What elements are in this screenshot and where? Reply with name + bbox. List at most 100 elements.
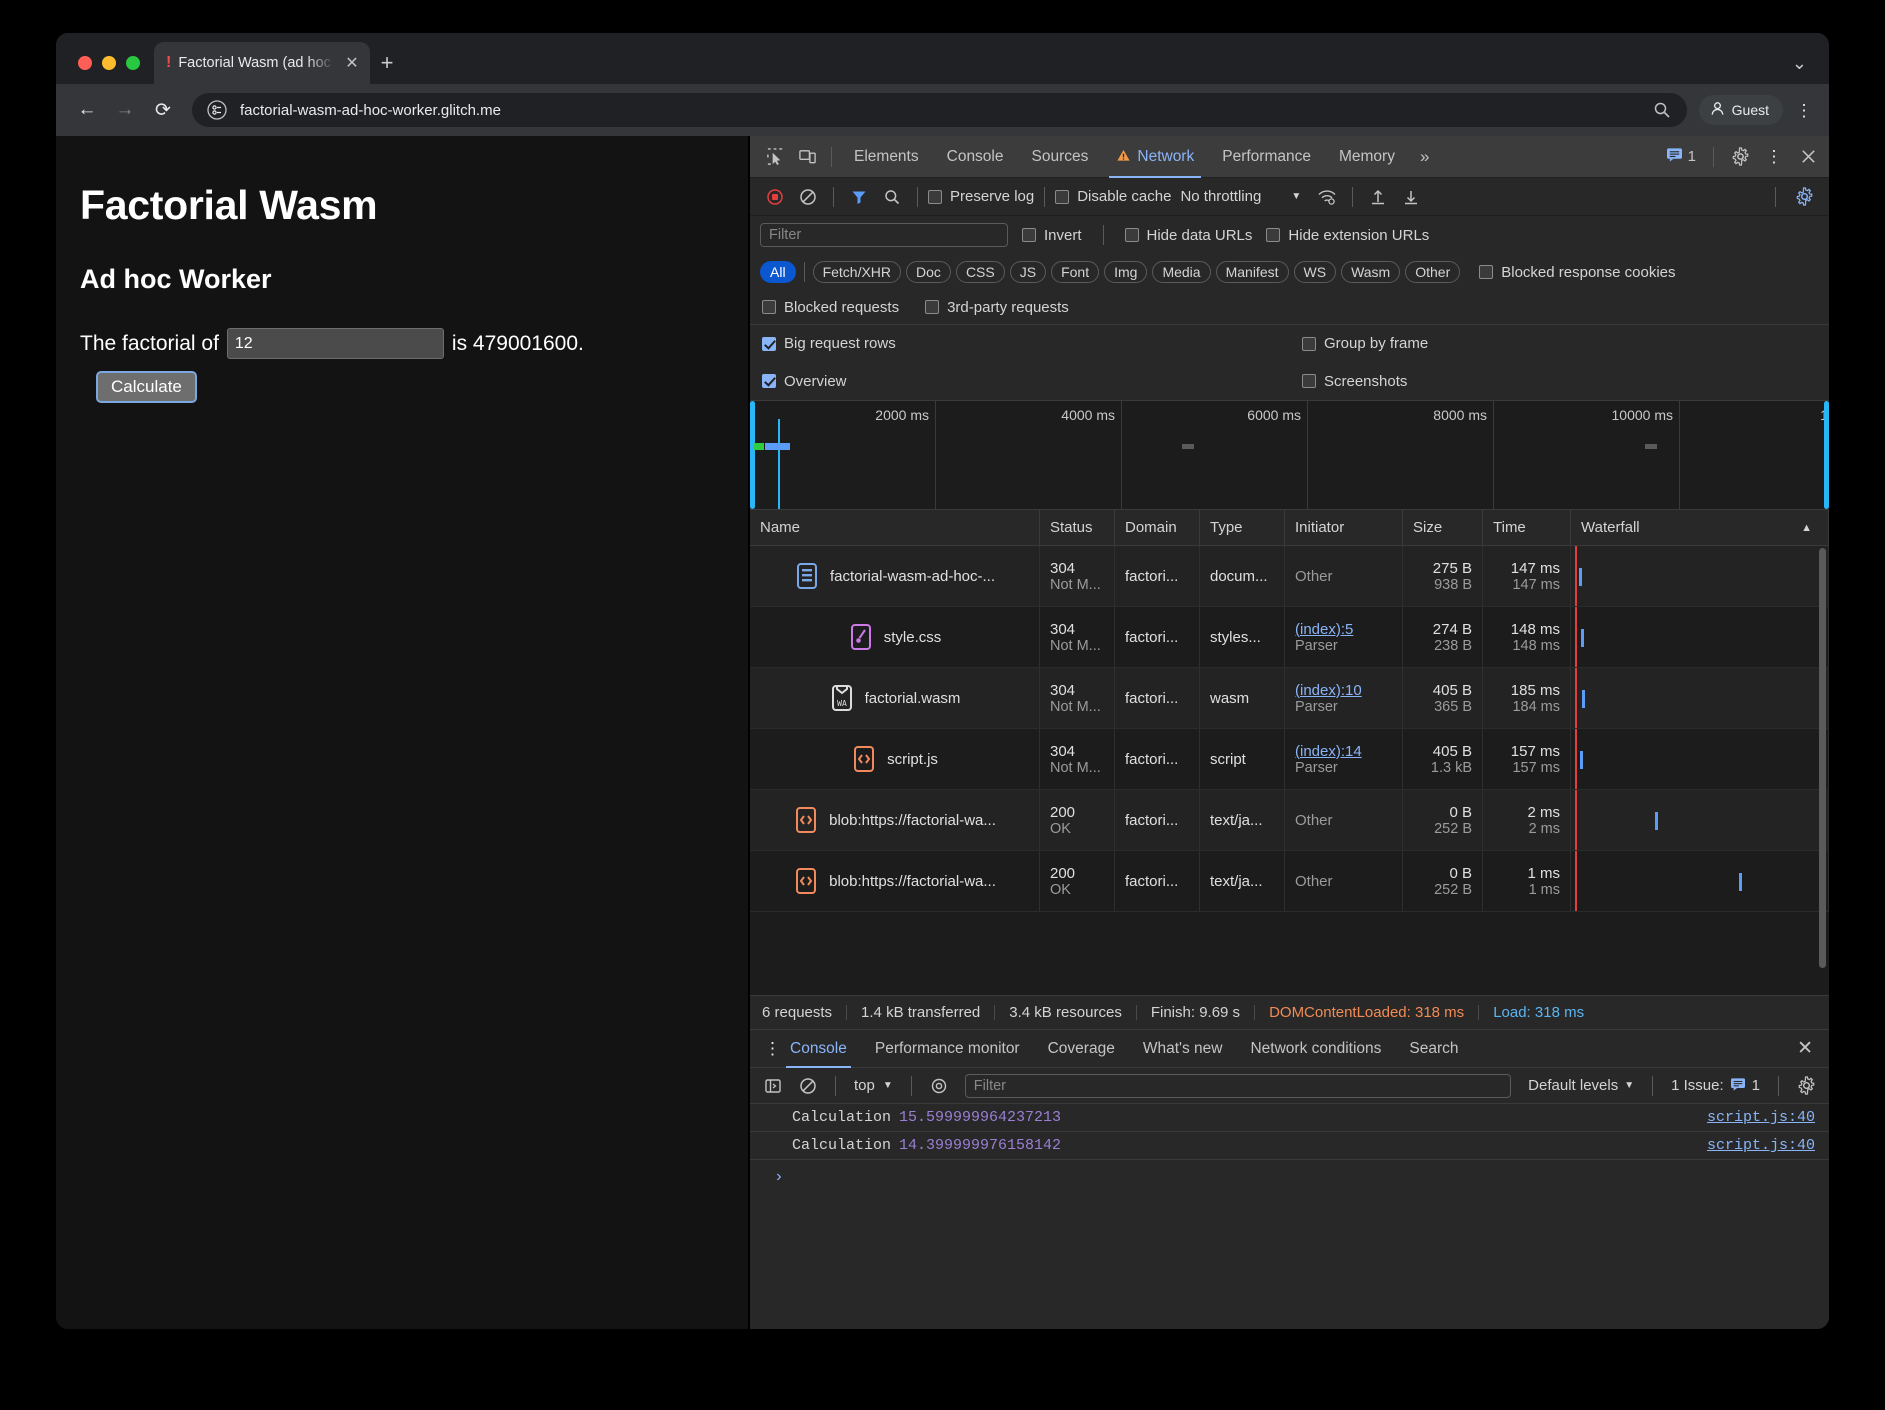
overview-right-handle[interactable] (1824, 401, 1829, 509)
chip-fetch-xhr[interactable]: Fetch/XHR (813, 261, 901, 283)
drawer-tab-whats-new[interactable]: What's new (1129, 1030, 1237, 1068)
gear-icon[interactable] (1789, 182, 1819, 212)
chip-doc[interactable]: Doc (906, 261, 951, 283)
clear-icon[interactable] (793, 182, 823, 212)
close-window-button[interactable] (78, 56, 92, 70)
table-row[interactable]: blob:https://factorial-wa... 200 OK fact… (750, 790, 1829, 851)
close-icon[interactable]: ✕ (342, 53, 362, 73)
table-row[interactable]: WA factorial.wasm 304 Not M... factori..… (750, 668, 1829, 729)
back-button[interactable]: ← (70, 93, 104, 127)
console-message[interactable]: Calculation 15.599999964237213 script.js… (750, 1104, 1829, 1132)
inspect-element-icon[interactable] (760, 142, 790, 172)
console-context-select[interactable]: top ▼ (848, 1077, 899, 1094)
request-initiator-link[interactable]: (index):14 (1295, 743, 1392, 760)
gear-icon[interactable] (1791, 1071, 1821, 1101)
issues-counter-button[interactable]: 1 (1660, 147, 1702, 166)
hide-extension-urls-checkbox[interactable]: Hide extension URLs (1266, 227, 1429, 244)
forward-button[interactable]: → (108, 93, 142, 127)
kebab-menu-icon[interactable]: ⋮ (1759, 142, 1789, 172)
screenshots-checkbox[interactable]: Screenshots (1302, 373, 1407, 390)
tab-console[interactable]: Console (934, 136, 1017, 178)
drawer-tab-network-conditions[interactable]: Network conditions (1236, 1030, 1395, 1068)
console-input-prompt[interactable]: › (750, 1160, 1829, 1191)
preserve-log-checkbox[interactable]: Preserve log (928, 188, 1034, 205)
chip-img[interactable]: Img (1104, 261, 1147, 283)
column-header-size[interactable]: Size (1403, 510, 1483, 545)
column-header-time[interactable]: Time (1483, 510, 1571, 545)
table-row[interactable]: style.css 304 Not M... factori... styles… (750, 607, 1829, 668)
close-icon[interactable]: ✕ (1781, 1037, 1829, 1060)
drawer-tab-console[interactable]: Console (776, 1030, 861, 1068)
wifi-settings-icon[interactable] (1312, 182, 1342, 212)
table-row[interactable]: script.js 304 Not M... factori... script… (750, 729, 1829, 790)
column-header-domain[interactable]: Domain (1115, 510, 1200, 545)
big-request-rows-checkbox[interactable]: Big request rows (762, 335, 1302, 352)
throttling-select[interactable]: No throttling ▼ (1174, 188, 1301, 205)
console-levels-select[interactable]: Default levels ▼ (1522, 1077, 1640, 1094)
live-expression-icon[interactable] (924, 1071, 954, 1101)
request-initiator-link[interactable]: (index):10 (1295, 682, 1392, 699)
chip-js[interactable]: JS (1010, 261, 1046, 283)
tab-network[interactable]: Network (1103, 136, 1207, 178)
blocked-requests-checkbox[interactable]: Blocked requests (762, 299, 899, 316)
address-bar[interactable]: factorial-wasm-ad-hoc-worker.glitch.me (192, 93, 1687, 127)
browser-tab[interactable]: ! Factorial Wasm (ad hoc Worker) ✕ (154, 42, 370, 84)
invert-checkbox[interactable]: Invert (1022, 227, 1082, 244)
reload-button[interactable]: ⟳ (146, 93, 180, 127)
overview-checkbox[interactable]: Overview (762, 373, 1302, 390)
factorial-input[interactable] (227, 328, 444, 359)
chip-other[interactable]: Other (1405, 261, 1460, 283)
new-tab-button[interactable]: + (370, 50, 404, 76)
column-header-waterfall[interactable]: Waterfall ▲ (1571, 510, 1829, 545)
search-icon[interactable] (877, 182, 907, 212)
upload-har-icon[interactable] (1363, 182, 1393, 212)
drawer-tab-performance-monitor[interactable]: Performance monitor (861, 1030, 1034, 1068)
column-header-name[interactable]: Name (750, 510, 1040, 545)
chip-all[interactable]: All (760, 261, 796, 283)
filter-icon[interactable] (844, 182, 874, 212)
chevron-down-icon[interactable]: ⌄ (1792, 53, 1807, 73)
overview-left-handle[interactable] (750, 401, 755, 509)
drawer-tab-search[interactable]: Search (1395, 1030, 1472, 1068)
profile-button[interactable]: Guest (1699, 95, 1783, 125)
maximize-window-button[interactable] (126, 56, 140, 70)
drawer-tab-coverage[interactable]: Coverage (1034, 1030, 1129, 1068)
kebab-menu-icon[interactable]: ⋮ (754, 1040, 776, 1057)
column-header-status[interactable]: Status (1040, 510, 1115, 545)
chip-wasm[interactable]: Wasm (1341, 261, 1400, 283)
console-filter-input[interactable] (965, 1074, 1511, 1098)
console-message[interactable]: Calculation 14.399999976158142 script.js… (750, 1132, 1829, 1160)
disable-cache-checkbox[interactable]: Disable cache (1055, 188, 1171, 205)
blocked-response-cookies-checkbox[interactable]: Blocked response cookies (1479, 264, 1675, 281)
tab-elements[interactable]: Elements (841, 136, 932, 178)
tab-memory[interactable]: Memory (1326, 136, 1408, 178)
record-stop-icon[interactable] (760, 182, 790, 212)
site-settings-icon[interactable] (206, 99, 228, 121)
chip-media[interactable]: Media (1152, 261, 1210, 283)
column-header-type[interactable]: Type (1200, 510, 1285, 545)
table-scrollbar[interactable] (1819, 548, 1826, 968)
chip-css[interactable]: CSS (956, 261, 1005, 283)
network-overview-timeline[interactable]: 2000 ms 4000 ms 6000 ms 8000 ms 10000 ms… (750, 400, 1829, 510)
hide-data-urls-checkbox[interactable]: Hide data URLs (1125, 227, 1253, 244)
group-by-frame-checkbox[interactable]: Group by frame (1302, 335, 1428, 352)
gear-icon[interactable] (1725, 142, 1755, 172)
column-header-initiator[interactable]: Initiator (1285, 510, 1403, 545)
search-icon[interactable] (1651, 99, 1673, 121)
chip-ws[interactable]: WS (1294, 261, 1337, 283)
table-row[interactable]: blob:https://factorial-wa... 200 OK fact… (750, 851, 1829, 912)
tab-performance[interactable]: Performance (1209, 136, 1324, 178)
tab-sources[interactable]: Sources (1019, 136, 1102, 178)
chip-font[interactable]: Font (1051, 261, 1099, 283)
minimize-window-button[interactable] (102, 56, 116, 70)
table-row[interactable]: factorial-wasm-ad-hoc-... 304 Not M... f… (750, 546, 1829, 607)
clear-console-icon[interactable] (793, 1071, 823, 1101)
request-initiator-link[interactable]: (index):5 (1295, 621, 1392, 638)
download-har-icon[interactable] (1396, 182, 1426, 212)
kebab-menu-icon[interactable]: ⋮ (1793, 102, 1815, 119)
network-filter-input[interactable] (760, 223, 1008, 247)
more-tabs-icon[interactable]: » (1410, 147, 1439, 167)
third-party-requests-checkbox[interactable]: 3rd-party requests (925, 299, 1069, 316)
device-toolbar-icon[interactable] (792, 142, 822, 172)
console-message-source[interactable]: script.js:40 (1707, 1137, 1815, 1154)
